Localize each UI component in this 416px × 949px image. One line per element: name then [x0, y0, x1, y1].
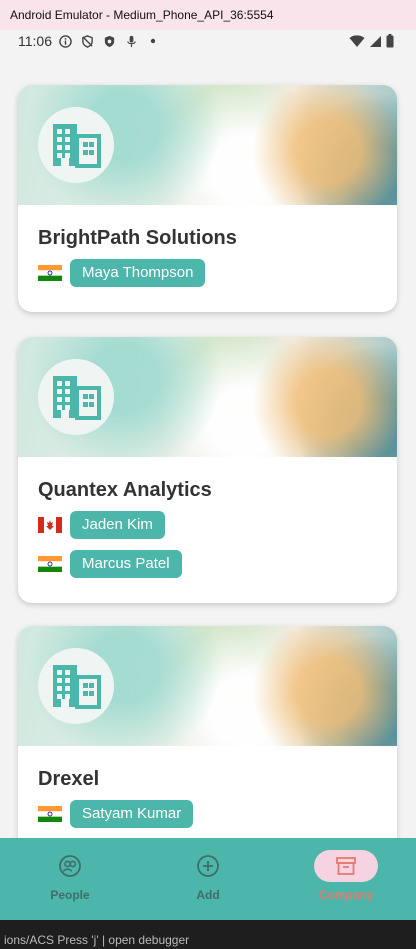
people-icon	[59, 855, 81, 877]
emulator-title-bar: Android Emulator - Medium_Phone_API_36:5…	[0, 0, 416, 30]
shield-icon	[102, 34, 116, 48]
company-logo	[38, 648, 114, 724]
info-icon	[58, 34, 72, 48]
person-row: Maya Thompson	[38, 259, 377, 287]
company-banner	[18, 85, 397, 205]
status-right-icons	[349, 34, 394, 51]
company-card[interactable]: Quantex Analytics Jaden Kim Marcus Patel	[18, 337, 397, 603]
building-icon	[53, 124, 101, 168]
building-icon	[53, 665, 101, 709]
nav-people-label: People	[50, 888, 90, 902]
nav-company-label: Company	[318, 888, 374, 902]
india-flag-icon	[38, 806, 62, 822]
nav-company-active-pill	[314, 850, 378, 882]
company-logo	[38, 107, 114, 183]
company-card[interactable]: BrightPath Solutions Maya Thompson	[18, 85, 397, 312]
add-circle-icon	[197, 855, 219, 877]
shield-off-icon	[80, 34, 94, 48]
canada-flag-icon	[38, 517, 62, 533]
company-name: Drexel	[38, 768, 100, 790]
person-chip[interactable]: Satyam Kumar	[70, 800, 194, 828]
status-time: 11:06	[18, 33, 52, 49]
person-chip[interactable]: Jaden Kim	[70, 511, 165, 539]
signal-icon	[369, 35, 382, 51]
india-flag-icon	[38, 556, 62, 572]
person-row: Jaden Kim	[38, 511, 377, 539]
company-card[interactable]: Drexel Satyam Kumar	[18, 626, 397, 853]
person-row: Marcus Patel	[38, 550, 377, 578]
battery-icon	[386, 34, 394, 51]
archive-icon	[336, 857, 356, 875]
nav-add-label: Add	[196, 888, 220, 902]
microphone-icon	[124, 34, 138, 48]
company-name: Quantex Analytics	[38, 479, 212, 501]
person-chip[interactable]: Marcus Patel	[70, 550, 182, 578]
wifi-icon	[349, 34, 365, 51]
bottom-navigation: People Add Company	[0, 838, 416, 920]
window-title: Android Emulator - Medium_Phone_API_36:5…	[10, 8, 274, 22]
company-name: BrightPath Solutions	[38, 227, 237, 249]
company-banner	[18, 337, 397, 457]
company-banner	[18, 626, 397, 746]
nav-company[interactable]: Company	[277, 838, 415, 920]
building-icon	[53, 376, 101, 420]
person-row: Satyam Kumar	[38, 800, 377, 828]
company-logo	[38, 359, 114, 435]
india-flag-icon	[38, 265, 62, 281]
nav-people[interactable]: People	[1, 838, 139, 920]
dot-icon	[146, 34, 160, 48]
phone-screen: 11:06 BrightPath Solutions Maya Thompson…	[0, 30, 416, 920]
person-chip[interactable]: Maya Thompson	[70, 259, 206, 287]
terminal-strip: ions/ACS Press 'j' | open debugger	[0, 920, 416, 949]
nav-add[interactable]: Add	[139, 838, 277, 920]
status-bar: 11:06	[0, 30, 416, 54]
